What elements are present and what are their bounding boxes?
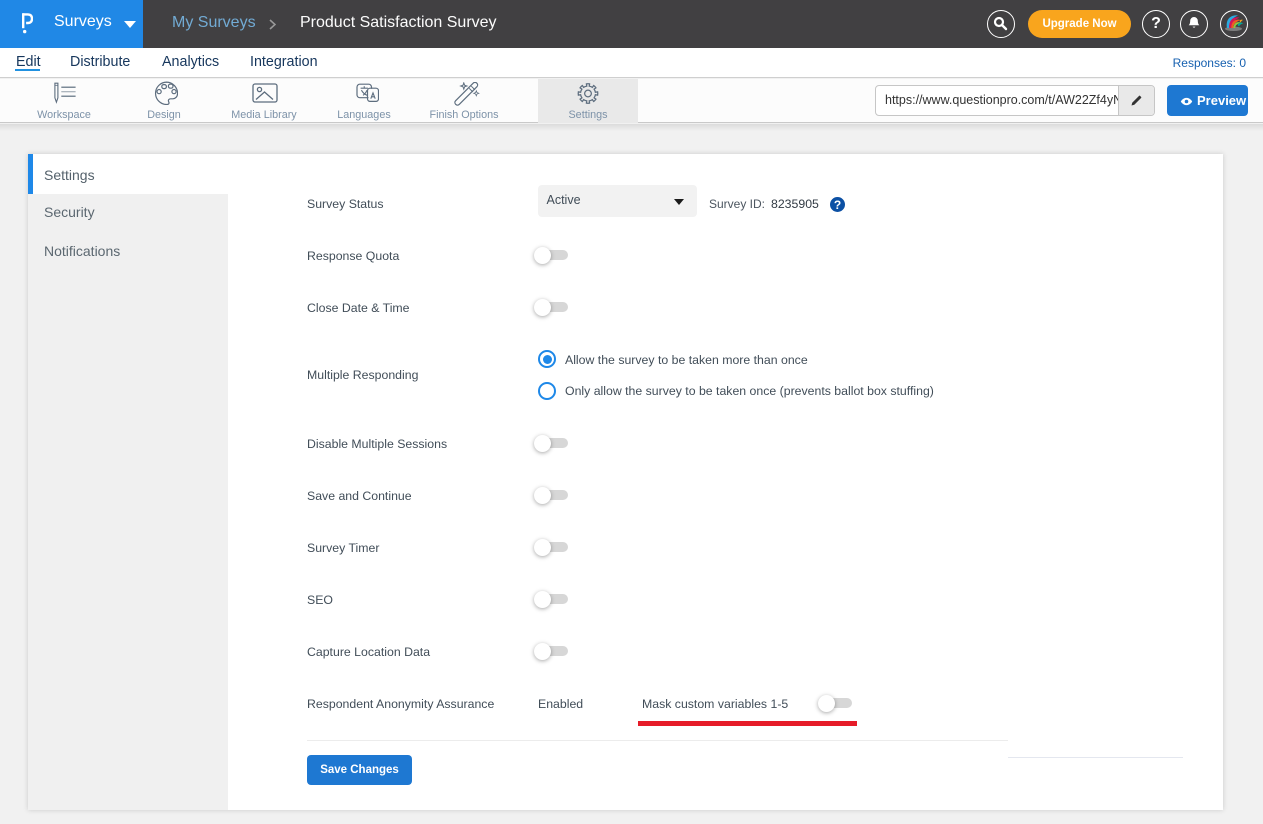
svg-text:?: ?	[834, 198, 841, 212]
